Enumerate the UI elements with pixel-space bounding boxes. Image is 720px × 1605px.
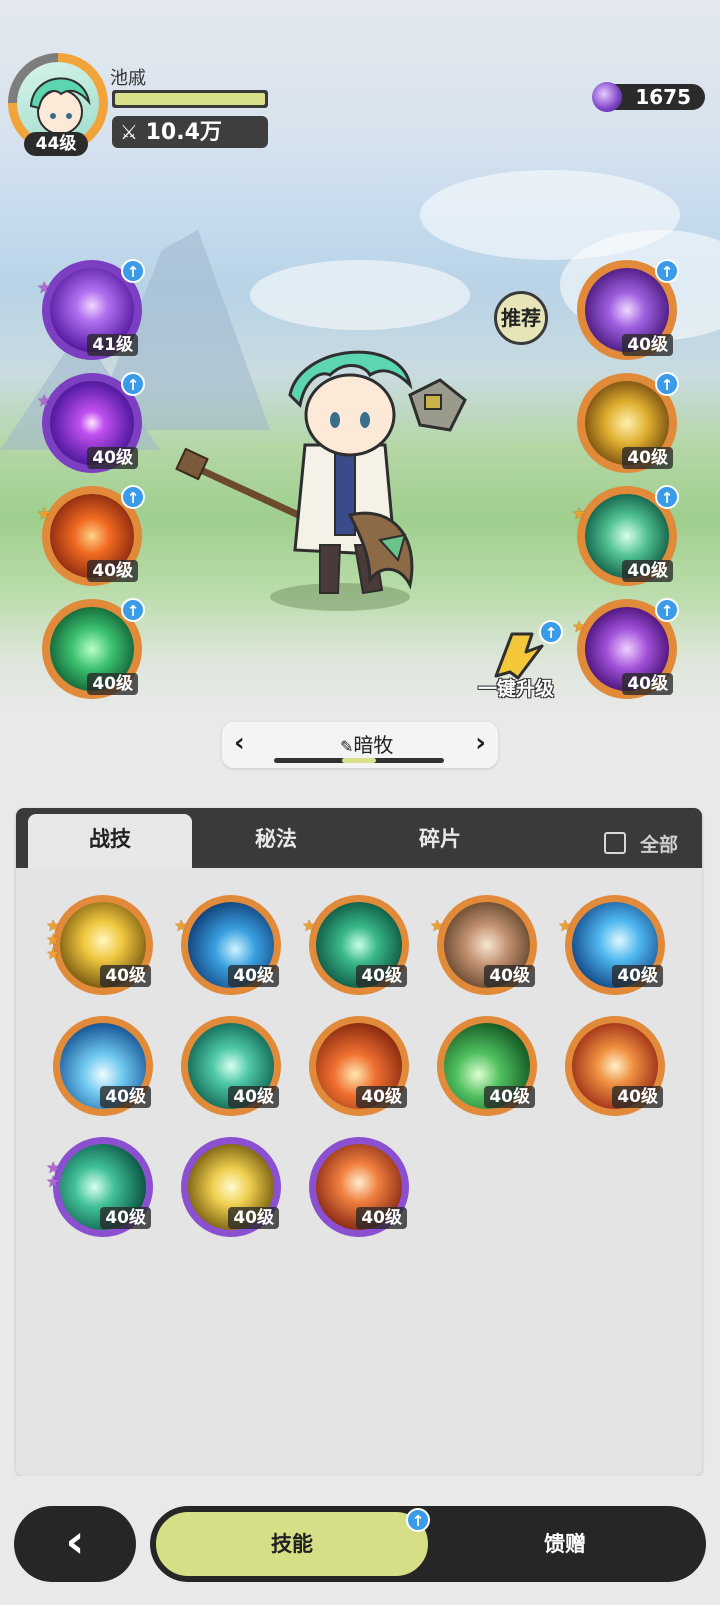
star-icon: ★ xyxy=(37,391,52,410)
skill-level: 40级 xyxy=(622,447,673,469)
back-button[interactable]: ‹ xyxy=(14,1506,136,1582)
skill-level: 40级 xyxy=(612,1086,663,1108)
skill-level: 40级 xyxy=(484,965,535,987)
upgrade-arrow-icon: ↑ xyxy=(539,620,563,644)
skill-level: 40级 xyxy=(228,1207,279,1229)
star-icon: ★ xyxy=(46,944,61,963)
nav-gift-button[interactable]: 馈赠 xyxy=(460,1510,670,1578)
upgrade-arrow-icon: ↑ xyxy=(121,598,145,622)
skill-grid-item[interactable]: 40级 xyxy=(565,895,665,995)
skill-level: 40级 xyxy=(356,1207,407,1229)
skill-level: 40级 xyxy=(100,1086,151,1108)
star-icon: ★ xyxy=(37,278,52,297)
skill-grid-item[interactable]: 40级 xyxy=(309,1137,409,1237)
skill-level: 40级 xyxy=(356,1086,407,1108)
star-icon: ★ xyxy=(37,504,52,523)
swords-icon: ⚔ xyxy=(120,120,138,144)
skill-level: 40级 xyxy=(87,673,138,695)
star-icon: ★ xyxy=(430,916,445,935)
upgrade-arrow-icon: ↑ xyxy=(655,372,679,396)
upgrade-arrow-icon: ↑ xyxy=(121,259,145,283)
skill-grid-item[interactable]: 40级 xyxy=(309,895,409,995)
skill-level: 40级 xyxy=(356,965,407,987)
skill-level: 40级 xyxy=(612,965,663,987)
skill-grid-item[interactable]: 40级 xyxy=(53,1137,153,1237)
skill-level: 40级 xyxy=(87,447,138,469)
skill-level: 40级 xyxy=(87,560,138,582)
prev-job-button[interactable]: ‹ xyxy=(234,728,245,758)
edit-icon: ✎ xyxy=(340,737,354,756)
skill-level: 40级 xyxy=(100,965,151,987)
hero-character xyxy=(175,350,467,611)
skill-level: 41级 xyxy=(87,334,138,356)
one-click-upgrade-button[interactable]: 一键升级 xyxy=(478,674,554,701)
show-all-label: 全部 xyxy=(640,834,679,856)
tab-secret-arts[interactable]: 秘法 xyxy=(196,814,356,868)
skill-grid-item[interactable]: 40级 xyxy=(53,1016,153,1116)
skill-level: 40级 xyxy=(622,334,673,356)
skill-level: 40级 xyxy=(622,673,673,695)
upgrade-arrow-icon: ↑ xyxy=(655,259,679,283)
currency-amount: 1675 xyxy=(635,85,691,109)
skill-grid-item[interactable]: 40级 xyxy=(181,895,281,995)
skill-level: 40级 xyxy=(100,1207,151,1229)
combat-power: ⚔ 10.4万 xyxy=(112,116,268,148)
job-switcher: ‹ ✎暗牧 › xyxy=(222,722,498,768)
skill-level: 40级 xyxy=(622,560,673,582)
skill-grid-item[interactable]: 40级 xyxy=(437,895,537,995)
skill-grid-item[interactable]: 40级 xyxy=(53,895,153,995)
skill-grid-item[interactable]: 40级 xyxy=(565,1016,665,1116)
back-arrow-icon: ‹ xyxy=(65,1514,85,1568)
exp-bar-fill xyxy=(115,93,265,105)
star-icon: ★ xyxy=(558,916,573,935)
skill-grid-item[interactable]: 40级 xyxy=(181,1016,281,1116)
star-icon: ★ xyxy=(174,916,189,935)
star-icon: ★ xyxy=(572,617,587,636)
skill-grid-item[interactable]: 40级 xyxy=(309,1016,409,1116)
player-name: 池戚 xyxy=(110,68,146,89)
upgrade-arrow-icon: ↑ xyxy=(121,485,145,509)
star-icon: ★ xyxy=(302,916,317,935)
next-job-button[interactable]: › xyxy=(475,728,486,758)
recommend-button[interactable]: 推荐 xyxy=(494,291,548,345)
cloud xyxy=(250,260,470,330)
upgrade-arrow-icon: ↑ xyxy=(655,598,679,622)
star-icon: ★ xyxy=(46,1172,61,1191)
show-all-checkbox[interactable] xyxy=(604,832,626,854)
purple-gem-icon xyxy=(592,82,622,112)
skill-level: 40级 xyxy=(484,1086,535,1108)
player-level: 44级 xyxy=(24,132,88,156)
job-name[interactable]: ✎暗牧 xyxy=(340,729,393,758)
skill-grid-item[interactable]: 40级 xyxy=(181,1137,281,1237)
upgrade-arrow-icon: ↑ xyxy=(121,372,145,396)
upgrade-arrow-icon: ↑ xyxy=(655,485,679,509)
nav-skills-button[interactable]: 技能 xyxy=(154,1510,430,1578)
skill-level: 40级 xyxy=(228,965,279,987)
tab-fragments[interactable]: 碎片 xyxy=(360,814,520,868)
upgrade-arrow-icon: ↑ xyxy=(406,1508,430,1532)
tab-combat-skills[interactable]: 战技 xyxy=(28,814,192,868)
lightning-icon[interactable] xyxy=(492,632,548,680)
star-icon: ★ xyxy=(572,504,587,523)
skill-grid-item[interactable]: 40级 xyxy=(437,1016,537,1116)
skill-level: 40级 xyxy=(228,1086,279,1108)
combat-power-value: 10.4万 xyxy=(145,120,222,145)
job-page-indicator-thumb xyxy=(342,758,376,763)
